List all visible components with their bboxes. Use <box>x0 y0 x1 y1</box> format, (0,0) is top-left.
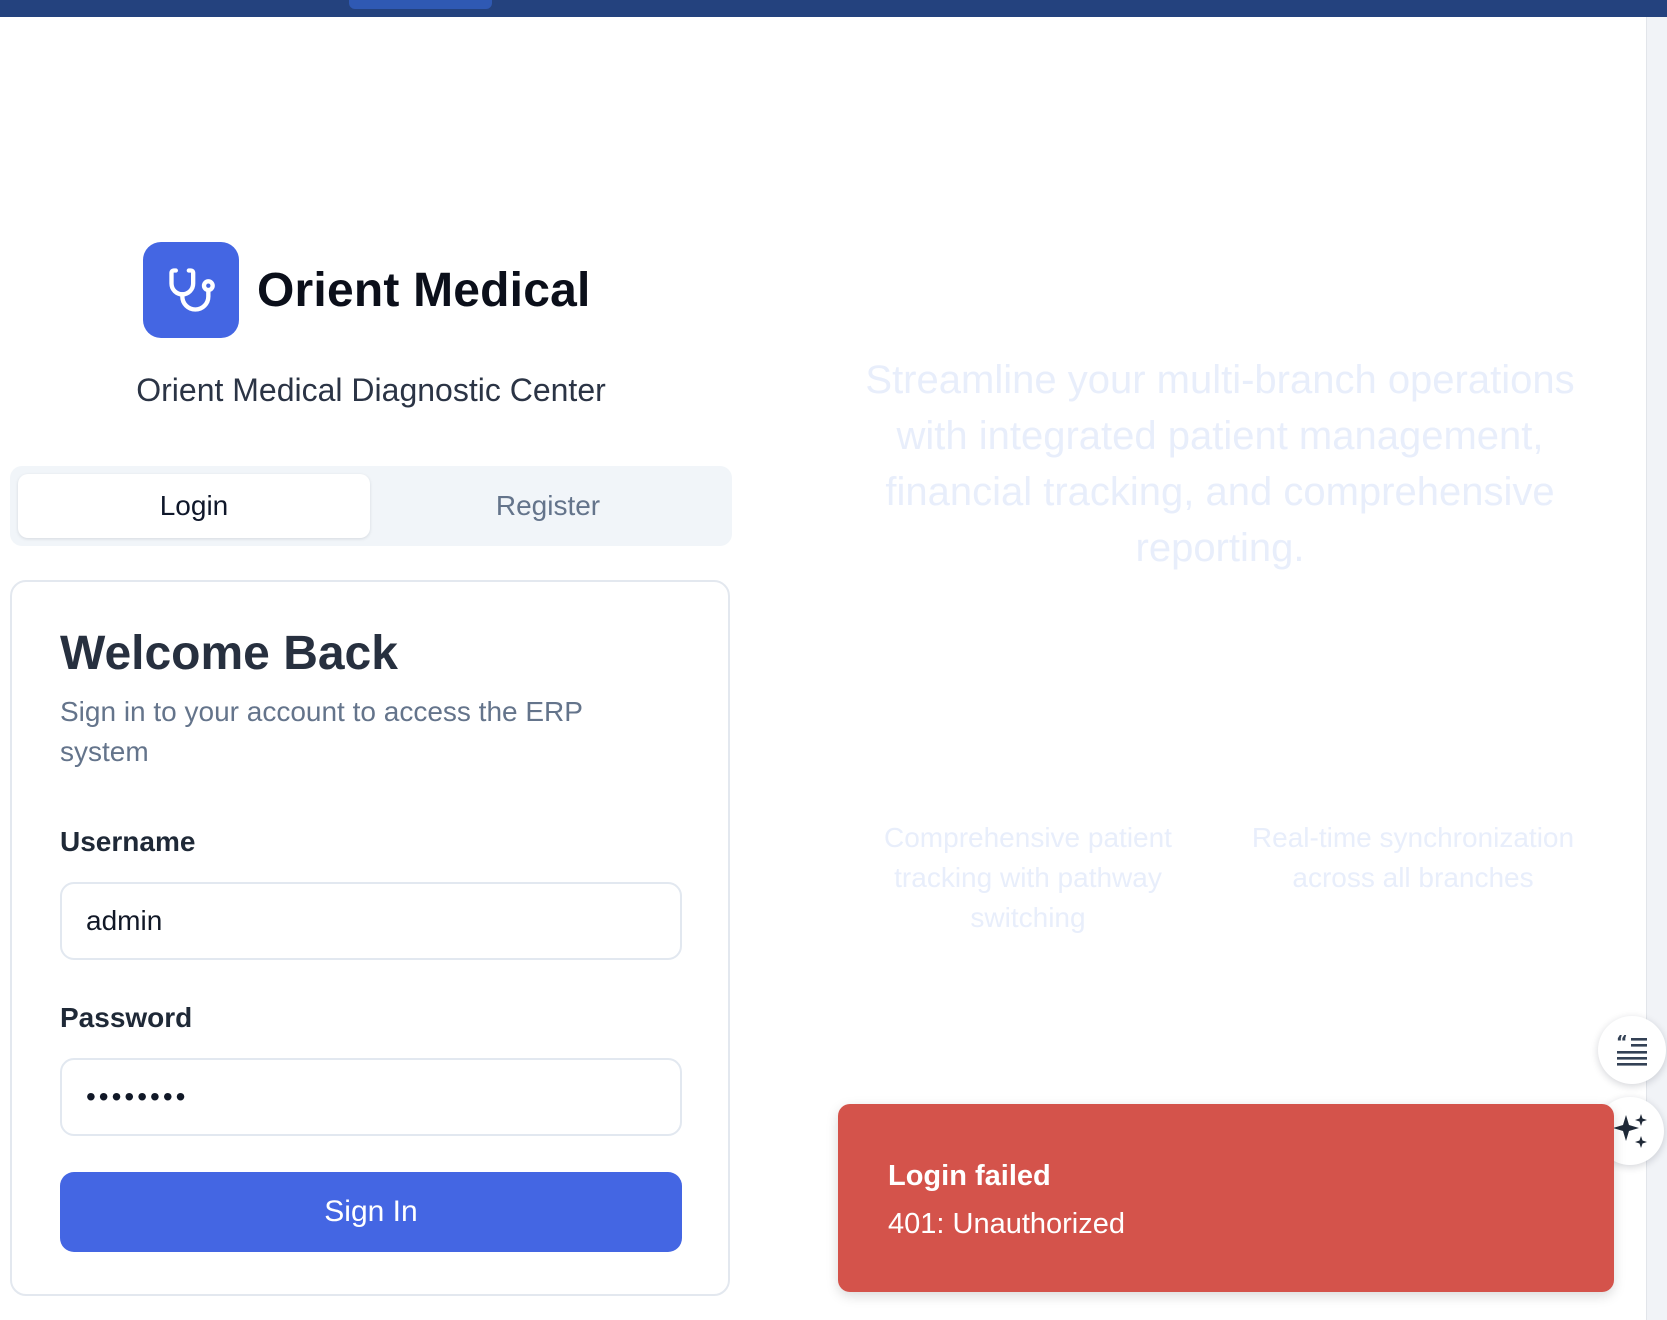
top-bar-active-tab[interactable] <box>349 0 492 9</box>
quote-lines-icon: “ <box>1616 1032 1647 1066</box>
login-card: Welcome Back Sign in to your account to … <box>10 580 730 1296</box>
brand-subtitle: Orient Medical Diagnostic Center <box>136 372 606 408</box>
password-label: Password <box>60 1002 193 1033</box>
username-input[interactable] <box>60 882 682 960</box>
sign-in-button[interactable]: Sign In <box>60 1172 682 1252</box>
sparkle-icon <box>1613 1114 1647 1148</box>
brand-header: Orient Medical <box>143 242 591 338</box>
brand-logo <box>143 242 239 338</box>
quote-float-button[interactable]: “ <box>1598 1016 1666 1084</box>
error-toast[interactable]: Login failed 401: Unauthorized <box>838 1104 1614 1292</box>
username-label: Username <box>60 826 196 857</box>
card-description: Sign in to your account to access the ER… <box>60 696 583 767</box>
tab-register[interactable]: Register <box>372 474 724 538</box>
stethoscope-icon <box>169 268 215 312</box>
svg-text:“: “ <box>1616 1032 1628 1053</box>
auth-tabs: Login Register <box>10 466 732 546</box>
tab-login[interactable]: Login <box>18 474 370 538</box>
feature-patient-tracking: Comprehensive patient tracking with path… <box>884 822 1172 933</box>
toast-message: 401: Unauthorized <box>888 1208 1125 1240</box>
card-title: Welcome Back <box>60 627 398 680</box>
browser-top-bar <box>0 0 1667 17</box>
marketing-tagline: Streamline your multi-branch operations … <box>865 358 1575 570</box>
brand-name: Orient Medical <box>257 263 591 317</box>
feature-realtime-sync: Real-time synchronization across all bra… <box>1251 822 1575 893</box>
password-input[interactable] <box>60 1058 682 1136</box>
toast-title: Login failed <box>888 1160 1051 1192</box>
